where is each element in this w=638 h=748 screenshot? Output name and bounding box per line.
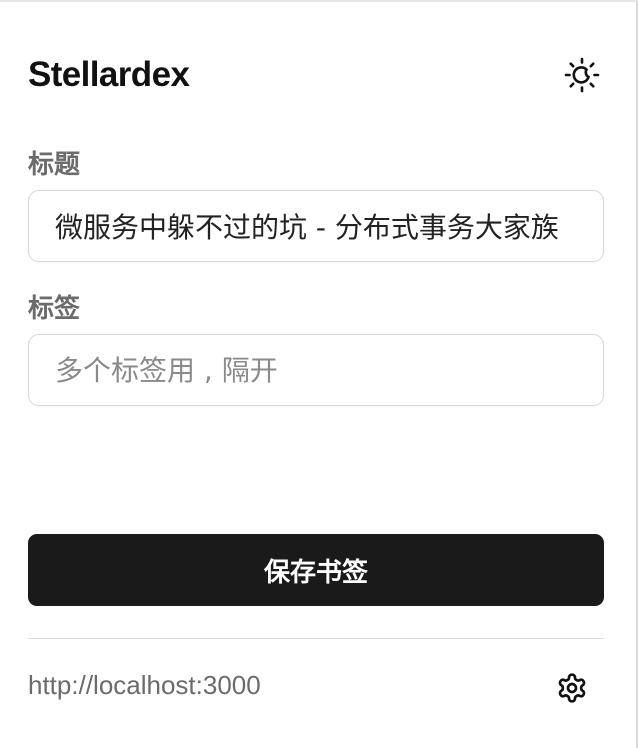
save-bookmark-button[interactable]: 保存书签 xyxy=(28,534,604,606)
tags-input[interactable] xyxy=(28,334,604,406)
sun-moon-icon xyxy=(564,57,600,93)
gear-icon xyxy=(558,673,586,703)
header: Stellardex xyxy=(28,52,608,98)
title-label: 标题 xyxy=(28,149,81,179)
footer-divider xyxy=(28,638,604,639)
title-input[interactable] xyxy=(28,190,604,262)
tags-label: 标签 xyxy=(28,293,81,323)
popup-window: Stellardex 标题 标签 保存书签 http://localhost:3… xyxy=(0,0,638,748)
settings-button[interactable] xyxy=(552,668,592,708)
server-url: http://localhost:3000 xyxy=(28,670,261,700)
theme-toggle-button[interactable] xyxy=(560,53,604,97)
app-title: Stellardex xyxy=(28,55,190,94)
